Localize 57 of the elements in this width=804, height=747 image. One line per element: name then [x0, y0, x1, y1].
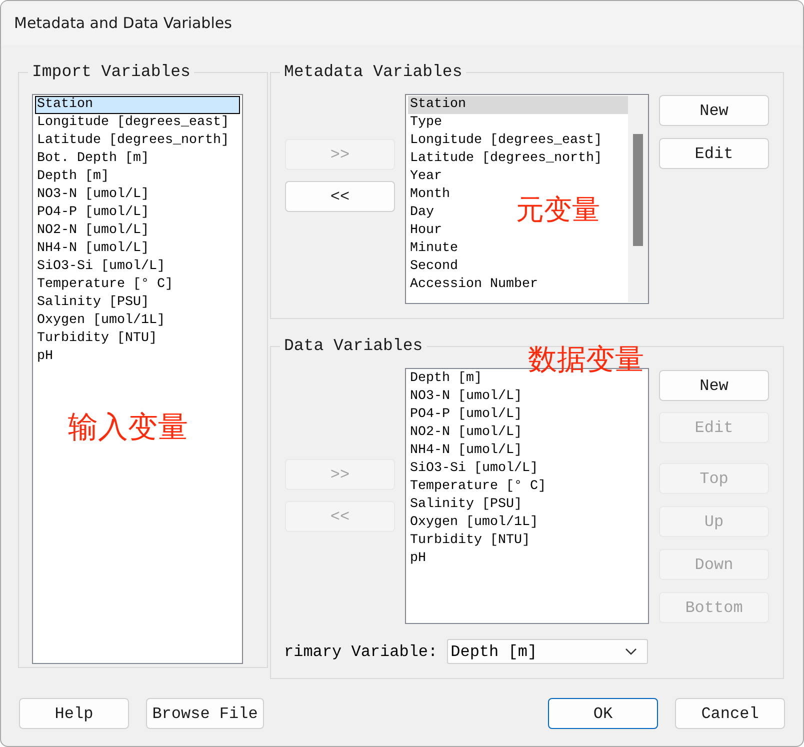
list-item[interactable]: Oxygen [umol/1L]	[408, 514, 538, 532]
import-variables-list[interactable]	[32, 94, 243, 664]
list-item[interactable]: SiO3-Si [umol/L]	[408, 460, 538, 478]
chevron-down-icon	[624, 648, 637, 656]
list-item[interactable]: Latitude [degrees_north]	[408, 150, 602, 168]
list-item[interactable]: NH4-N [umol/L]	[35, 240, 149, 258]
list-item[interactable]: Type	[408, 114, 442, 132]
list-item[interactable]: Accession Number	[408, 276, 538, 294]
group-title: Data Variables	[283, 336, 424, 356]
dialog-button[interactable]: Help	[19, 698, 129, 729]
list-item[interactable]: Salinity [PSU]	[35, 294, 149, 312]
list-item[interactable]: NO3-N [umol/L]	[35, 186, 149, 204]
list-item[interactable]: Temperature [° C]	[408, 478, 546, 496]
list-item[interactable]: Depth [m]	[35, 168, 109, 186]
group-title: Metadata Variables	[283, 62, 464, 82]
scrollbar[interactable]	[628, 96, 648, 302]
list-item[interactable]: Bot. Depth [m]	[35, 150, 149, 168]
list-item[interactable]: Salinity [PSU]	[408, 496, 522, 514]
list-item[interactable]: Month	[408, 186, 450, 204]
annotation-text: 元变量	[516, 195, 600, 226]
list-item[interactable]: Latitude [degrees_north]	[35, 132, 229, 150]
list-item[interactable]: Year	[408, 168, 442, 186]
list-item[interactable]: PO4-P [umol/L]	[35, 204, 149, 222]
side-button[interactable]: New	[659, 95, 769, 126]
list-item[interactable]: NO2-N [umol/L]	[35, 222, 149, 240]
list-item[interactable]: Minute	[408, 240, 458, 258]
list-item[interactable]: Temperature [° C]	[35, 276, 173, 294]
list-item[interactable]: Hour	[408, 222, 442, 240]
side-button[interactable]: Edit	[659, 138, 769, 169]
list-item[interactable]: Longitude [degrees_east]	[408, 132, 602, 150]
list-item[interactable]: Longitude [degrees_east]	[35, 114, 229, 132]
list-item[interactable]: Oxygen [umol/1L]	[35, 312, 165, 330]
list-item[interactable]: pH	[35, 348, 53, 366]
list-item[interactable]: pH	[408, 550, 426, 568]
list-item[interactable]: PO4-P [umol/L]	[408, 406, 522, 424]
list-item[interactable]: Second	[408, 258, 458, 276]
list-item[interactable]: NO3-N [umol/L]	[408, 388, 522, 406]
window-title: Metadata and Data Variables	[14, 14, 232, 32]
list-item[interactable]: Day	[408, 204, 434, 222]
list-item[interactable]: Turbidity [NTU]	[408, 532, 530, 550]
primary-variable-dropdown[interactable]: Depth [m]	[446, 639, 648, 664]
move-button[interactable]: <<	[285, 181, 395, 212]
field-label: rimary Variable:	[284, 642, 438, 660]
list-item[interactable]: Depth [m]	[408, 370, 482, 388]
dialog-button[interactable]: Browse File	[146, 698, 264, 729]
list-item[interactable]: SiO3-Si [umol/L]	[35, 258, 165, 276]
list-item[interactable]: Station	[35, 96, 240, 114]
group-title: Import Variables	[31, 62, 192, 82]
list-item[interactable]: Turbidity [NTU]	[35, 330, 157, 348]
dialog-button[interactable]: OK	[548, 698, 658, 729]
side-button[interactable]: New	[659, 370, 769, 401]
list-item[interactable]: NO2-N [umol/L]	[408, 424, 522, 442]
annotation-text: 输入变量	[68, 411, 188, 444]
list-item[interactable]: NH4-N [umol/L]	[408, 442, 522, 460]
dialog-button[interactable]: Cancel	[675, 698, 785, 729]
scrollbar-thumb[interactable]	[633, 134, 643, 246]
list-item[interactable]: Station	[408, 96, 628, 114]
